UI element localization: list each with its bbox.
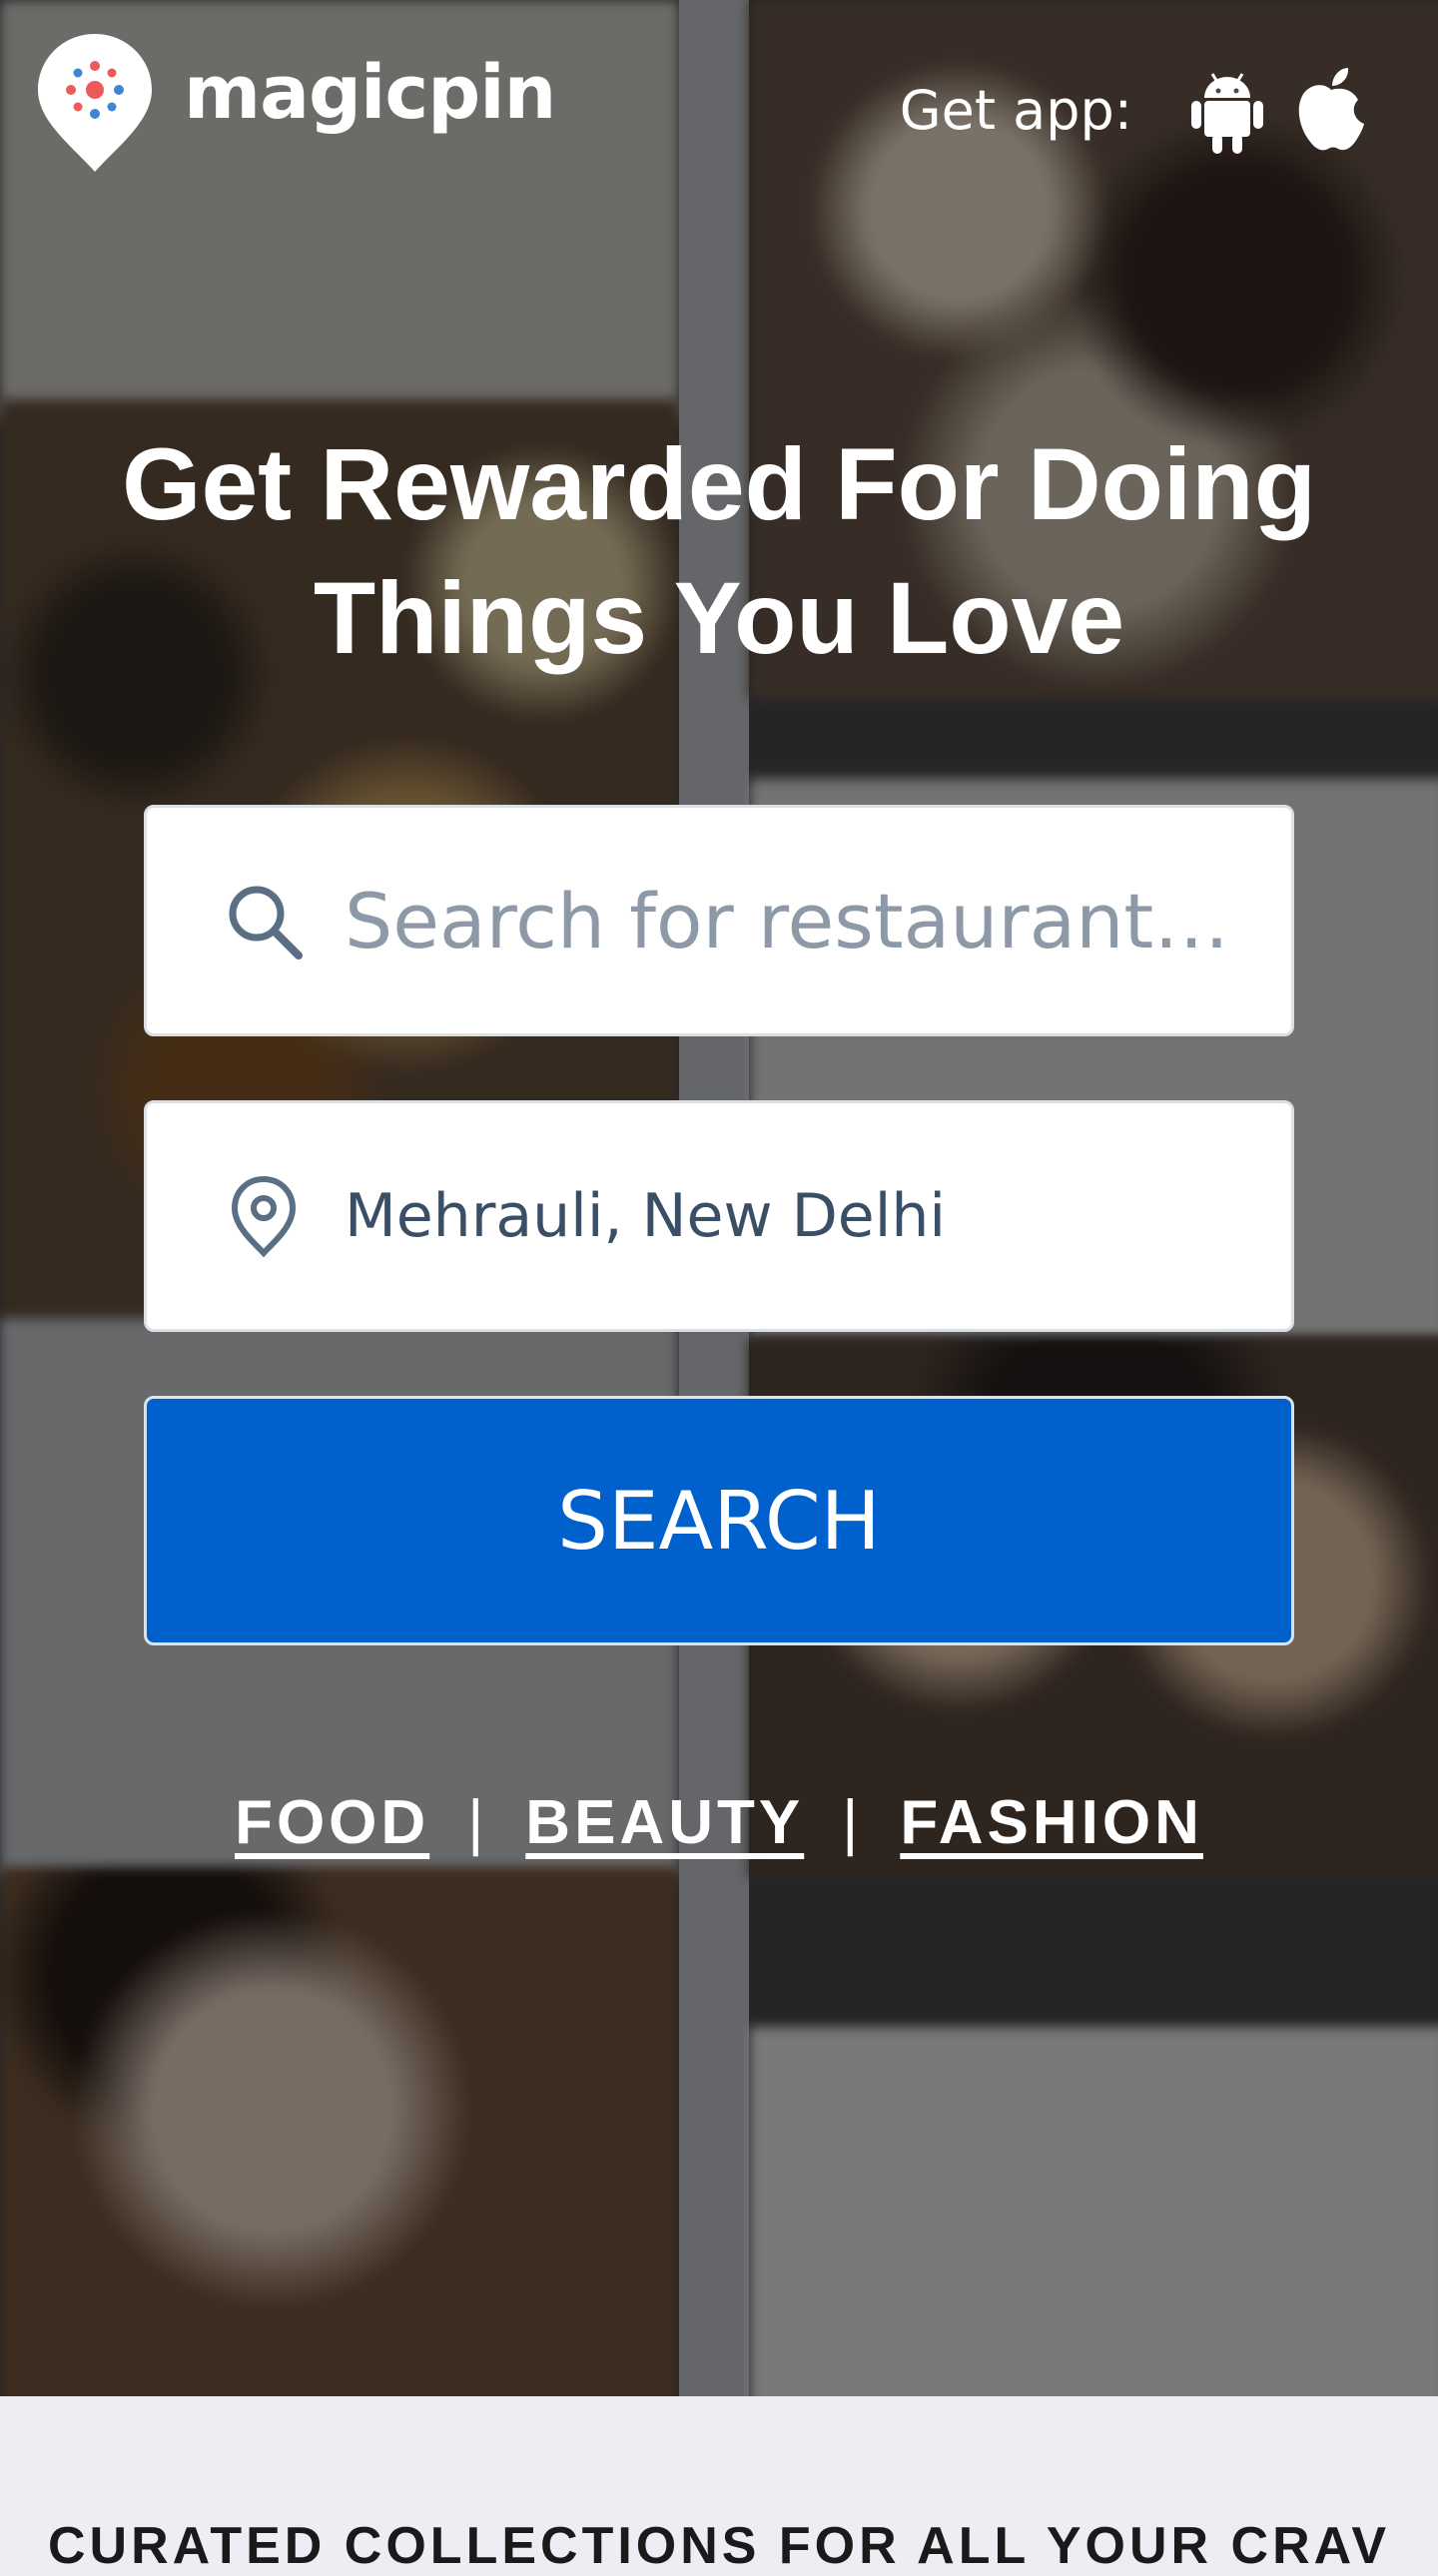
top-bar: magicpin Get app: bbox=[0, 0, 1438, 190]
location-field[interactable] bbox=[144, 1100, 1294, 1332]
brand-logo[interactable]: magicpin bbox=[34, 30, 556, 176]
brand-name: magicpin bbox=[184, 50, 556, 136]
headline-line-1: Get Rewarded For Doing bbox=[122, 427, 1316, 541]
category-links: FOOD | BEAUTY | FASHION bbox=[0, 1787, 1438, 1858]
android-icon[interactable] bbox=[1190, 64, 1264, 156]
headline-line-2: Things You Love bbox=[313, 561, 1125, 675]
get-app-label: Get app: bbox=[899, 78, 1132, 142]
category-separator: | bbox=[842, 1788, 863, 1857]
hero-headline: Get Rewarded For Doing Things You Love bbox=[0, 417, 1438, 685]
category-link-food[interactable]: FOOD bbox=[235, 1787, 429, 1858]
get-app-section: Get app: bbox=[900, 64, 1368, 156]
search-button[interactable]: SEARCH bbox=[144, 1396, 1294, 1645]
collections-title: CURATED COLLECTIONS FOR ALL YOUR CRAV bbox=[48, 2517, 1390, 2575]
magicpin-logo-icon bbox=[38, 34, 152, 172]
search-field[interactable] bbox=[144, 805, 1294, 1036]
apple-icon[interactable] bbox=[1294, 64, 1368, 156]
category-separator: | bbox=[467, 1788, 488, 1857]
category-link-beauty[interactable]: BEAUTY bbox=[525, 1787, 804, 1858]
search-icon bbox=[229, 886, 303, 960]
location-pin-icon bbox=[231, 1175, 297, 1257]
location-input[interactable] bbox=[345, 1181, 1243, 1251]
search-input[interactable] bbox=[345, 876, 1243, 966]
hero-section: magicpin Get app: Get Rewarded For Doing… bbox=[0, 0, 1438, 2396]
category-link-fashion[interactable]: FASHION bbox=[900, 1787, 1203, 1858]
